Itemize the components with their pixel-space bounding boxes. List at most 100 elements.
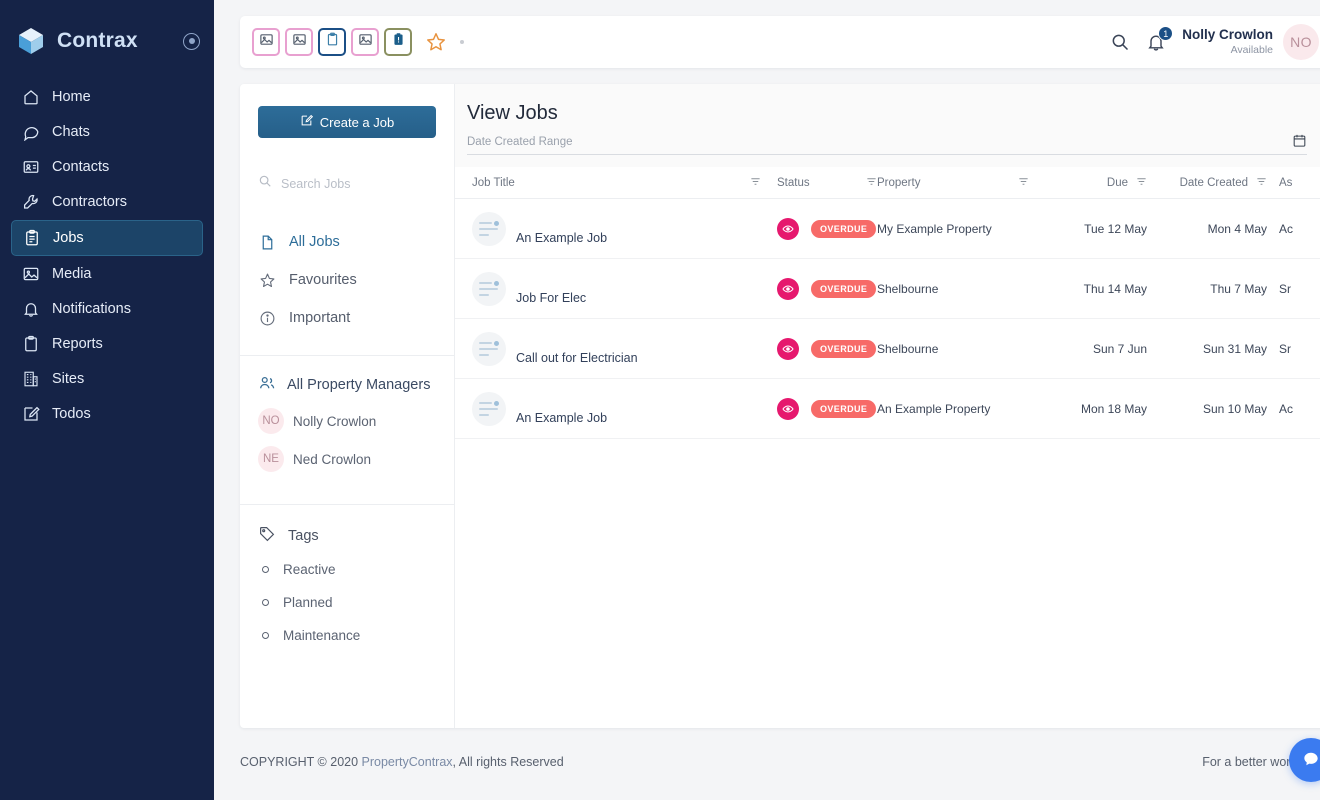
column-header-job-title[interactable]: Job Title bbox=[467, 176, 777, 190]
cell-date-created: Sun 10 May bbox=[1202, 401, 1267, 416]
image-tool-2-button[interactable] bbox=[285, 28, 313, 56]
image-icon bbox=[21, 265, 40, 284]
filter-item-label: Favourites bbox=[289, 272, 357, 288]
table-row[interactable]: Call out for Electrician OVERDUE Shelbou… bbox=[455, 319, 1320, 379]
cell-property: Shelbourne bbox=[877, 341, 939, 356]
eye-icon[interactable] bbox=[777, 217, 799, 240]
table-row[interactable]: Job For Elec OVERDUE Shelbourne Thu 14 M… bbox=[455, 259, 1320, 319]
filter-icon[interactable] bbox=[750, 176, 761, 190]
filter-icon[interactable] bbox=[866, 176, 877, 190]
sidebar-item-contractors[interactable]: Contractors bbox=[11, 185, 203, 219]
column-header-assigned[interactable]: As bbox=[1267, 177, 1320, 189]
clipboard-tool-button[interactable] bbox=[318, 28, 346, 56]
chat-support-button[interactable] bbox=[1289, 738, 1320, 782]
create-a-job-button[interactable]: Create a Job bbox=[258, 106, 436, 138]
cell-job-title: An Example Job bbox=[467, 211, 777, 246]
search-icon[interactable] bbox=[1110, 32, 1130, 52]
all-property-managers-header[interactable]: All Property Managers bbox=[240, 356, 454, 402]
target-icon[interactable] bbox=[183, 32, 200, 50]
cell-job-title: Job For Elec bbox=[467, 271, 777, 306]
image-tool-1-button[interactable] bbox=[252, 28, 280, 56]
eye-icon[interactable] bbox=[777, 397, 799, 420]
clipboard-info-tool-button[interactable] bbox=[384, 28, 412, 56]
propertycontrax-link[interactable]: PropertyContrax bbox=[362, 755, 453, 769]
star-icon[interactable] bbox=[425, 31, 447, 53]
table-row[interactable]: An Example Job OVERDUE My Example Proper… bbox=[455, 199, 1320, 259]
property-manager-item[interactable]: NO Nolly Crowlon bbox=[240, 402, 454, 440]
property-manager-item[interactable]: NE Ned Crowlon bbox=[240, 440, 454, 478]
topbar-right: 1 Nolly Crowlon Available NO bbox=[1110, 24, 1319, 60]
tag-item-reactive[interactable]: Reactive bbox=[240, 553, 454, 586]
filter-icon[interactable] bbox=[1018, 176, 1029, 190]
calendar-icon[interactable] bbox=[1292, 133, 1307, 148]
cell-due: Tue 12 May bbox=[1084, 221, 1147, 236]
home-icon bbox=[21, 88, 40, 107]
user-name: Nolly Crowlon bbox=[1182, 27, 1273, 42]
sidebar-item-contacts[interactable]: Contacts bbox=[11, 150, 203, 184]
filter-item-important[interactable]: Important bbox=[240, 299, 454, 337]
cell-status: OVERDUE bbox=[777, 337, 877, 360]
search-icon bbox=[258, 174, 272, 193]
user-menu[interactable]: Nolly Crowlon Available NO bbox=[1182, 24, 1319, 60]
job-title-text: Call out for Electrician bbox=[516, 350, 638, 365]
sidebar-nav: Home Chats Contacts Contractors Jobs Med… bbox=[0, 80, 214, 431]
jobs-table-header-box: View Jobs bbox=[455, 84, 1320, 167]
tag-item-planned[interactable]: Planned bbox=[240, 586, 454, 619]
tags-header[interactable]: Tags bbox=[240, 505, 454, 553]
sidebar-item-sites[interactable]: Sites bbox=[11, 362, 203, 396]
avatar: NO bbox=[258, 408, 284, 434]
clipboard-info-icon bbox=[391, 32, 406, 52]
cell-job-title: An Example Job bbox=[467, 391, 777, 426]
sidebar-item-jobs[interactable]: Jobs bbox=[11, 220, 203, 256]
sidebar-item-label: Contractors bbox=[52, 194, 127, 210]
sidebar-item-reports[interactable]: Reports bbox=[11, 327, 203, 361]
cell-assigned: Sr bbox=[1279, 341, 1291, 356]
brand: Contrax bbox=[0, 14, 214, 62]
property-manager-name: Ned Crowlon bbox=[293, 451, 372, 467]
filter-item-favourites[interactable]: Favourites bbox=[240, 261, 454, 299]
eye-icon[interactable] bbox=[777, 337, 799, 360]
filter-icon[interactable] bbox=[1136, 176, 1147, 190]
toolbar-buttons bbox=[252, 28, 464, 56]
cell-assigned: Sr bbox=[1279, 281, 1291, 296]
job-thumbnail bbox=[472, 211, 506, 246]
cell-date-created: Sun 31 May bbox=[1202, 341, 1267, 356]
sidebar-item-home[interactable]: Home bbox=[11, 80, 203, 114]
file-icon bbox=[258, 233, 276, 251]
sidebar-item-media[interactable]: Media bbox=[11, 257, 203, 291]
clipboard-icon bbox=[21, 335, 40, 354]
image-tool-3-button[interactable] bbox=[351, 28, 379, 56]
cell-status: OVERDUE bbox=[777, 277, 877, 300]
main-area: 1 Nolly Crowlon Available NO Create a Jo… bbox=[214, 0, 1320, 800]
filter-icon[interactable] bbox=[1256, 176, 1267, 190]
clipboard-icon bbox=[325, 32, 340, 52]
date-created-range-input[interactable] bbox=[467, 136, 1292, 148]
table-row[interactable]: An Example Job OVERDUE An Example Proper… bbox=[455, 379, 1320, 439]
notifications-bell-icon[interactable]: 1 bbox=[1146, 26, 1174, 52]
sidebar-item-todos[interactable]: Todos bbox=[11, 397, 203, 431]
column-header-status[interactable]: Status bbox=[777, 176, 877, 190]
sidebar-item-label: Todos bbox=[52, 406, 91, 422]
cell-assigned: Ac bbox=[1279, 221, 1294, 236]
tag-bullet-icon bbox=[262, 599, 269, 606]
column-header-date-created[interactable]: Date Created bbox=[1147, 176, 1267, 190]
eye-icon[interactable] bbox=[777, 277, 799, 300]
sidebar-item-notifications[interactable]: Notifications bbox=[11, 292, 203, 326]
cell-due: Mon 18 May bbox=[1080, 401, 1147, 416]
create-a-job-label: Create a Job bbox=[319, 114, 395, 130]
search-jobs-input[interactable] bbox=[281, 176, 421, 191]
column-label: As bbox=[1279, 176, 1293, 189]
jobs-table-pane: View Jobs Job Title Status bbox=[455, 84, 1320, 728]
filter-item-all-jobs[interactable]: All Jobs bbox=[240, 223, 454, 261]
cell-date-created: Thu 7 May bbox=[1210, 281, 1267, 296]
topbar: 1 Nolly Crowlon Available NO bbox=[240, 16, 1320, 68]
search-jobs-field[interactable] bbox=[258, 174, 436, 193]
tag-item-maintenance[interactable]: Maintenance bbox=[240, 619, 454, 652]
filter-item-label: All Jobs bbox=[289, 234, 340, 250]
column-header-due[interactable]: Due bbox=[1047, 176, 1147, 190]
column-label: Due bbox=[1106, 176, 1128, 189]
date-created-range-field[interactable] bbox=[467, 133, 1307, 155]
column-header-property[interactable]: Property bbox=[877, 176, 1047, 190]
image-icon bbox=[259, 32, 274, 52]
sidebar-item-chats[interactable]: Chats bbox=[11, 115, 203, 149]
